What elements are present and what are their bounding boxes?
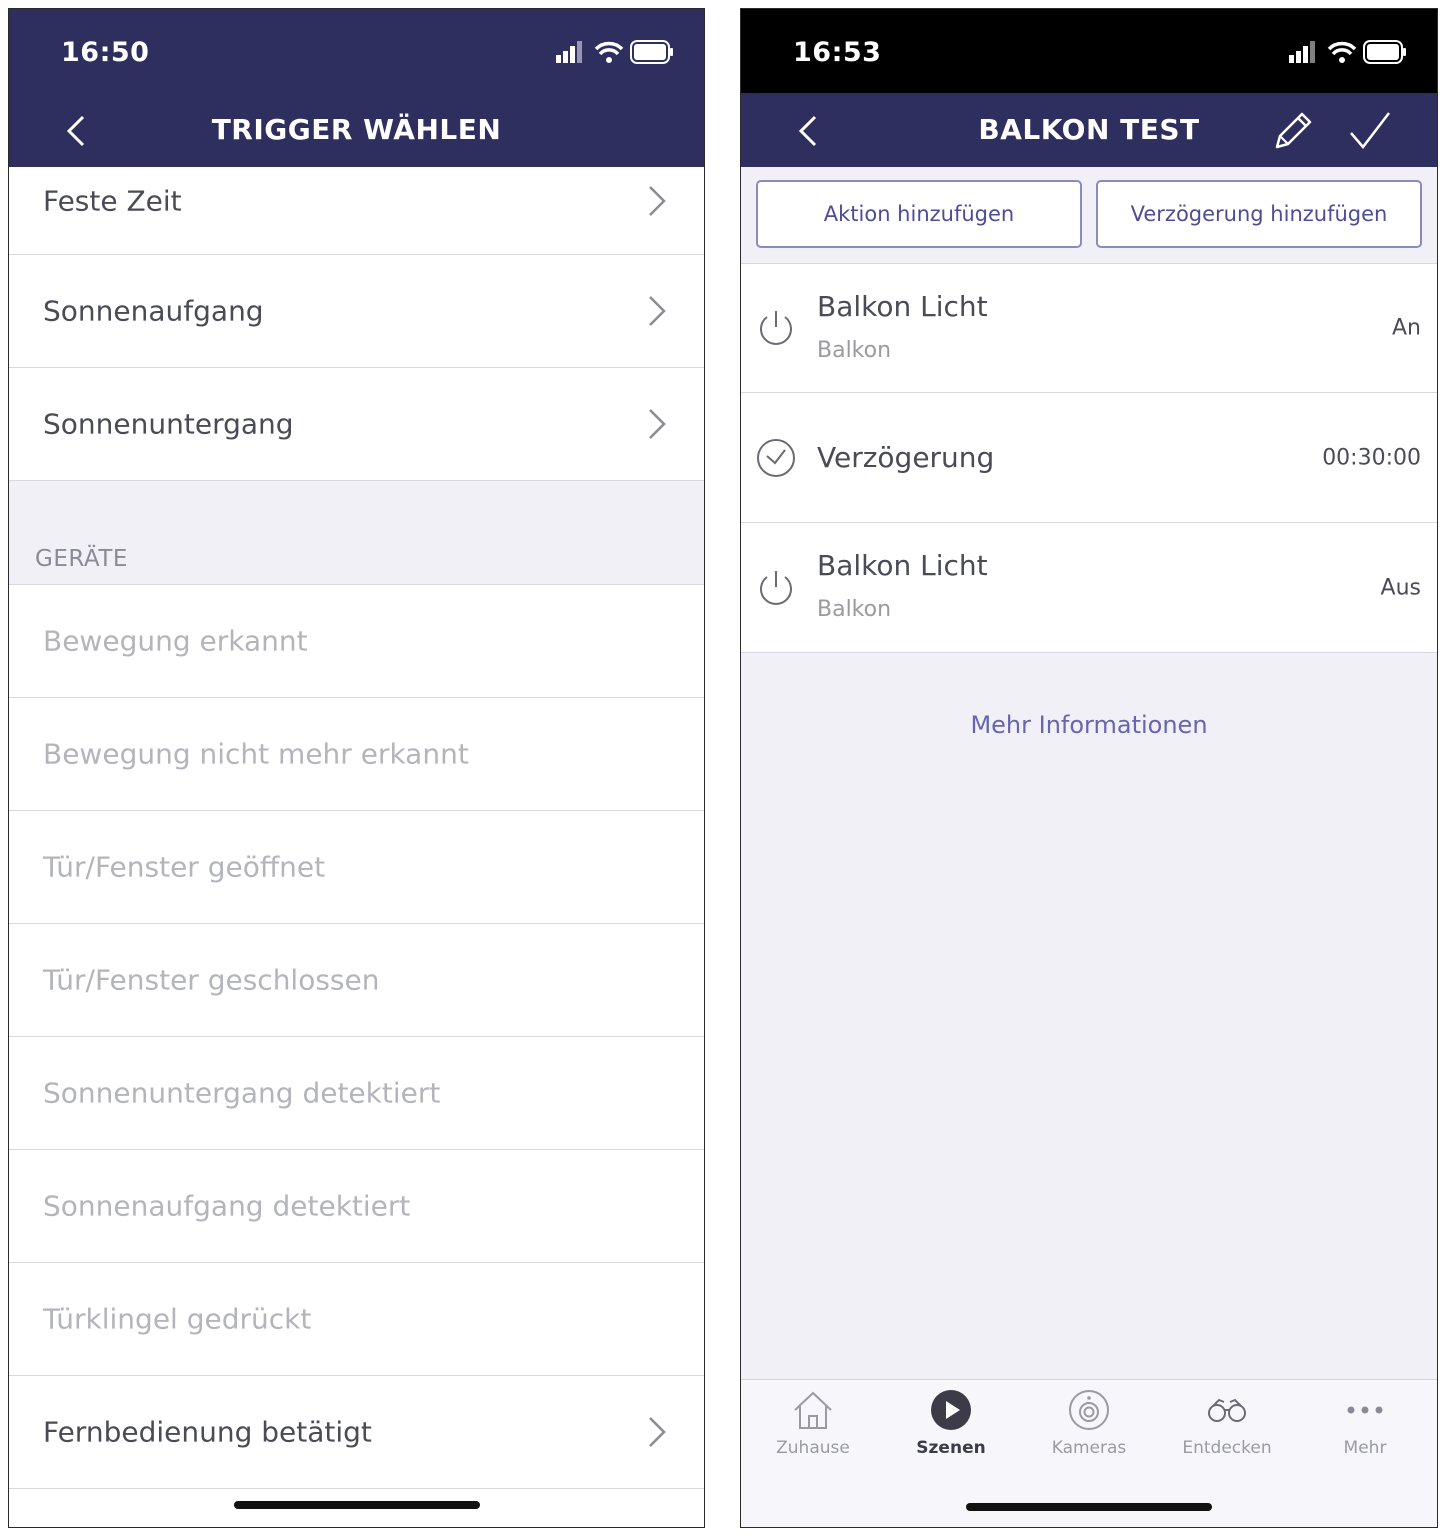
step-value: Aus [1380,575,1421,600]
add-delay-button[interactable]: Verzögerung hinzufügen [1096,180,1422,248]
trigger-item-tuer-geschlossen: Tür/Fenster geschlossen [9,924,704,1037]
section-header-geraete: GERÄTE [9,481,704,585]
checkmark-icon[interactable] [1347,109,1393,153]
navigation-bar: BALKON TEST [741,93,1437,167]
clock-icon [757,438,795,477]
house-icon [794,1391,832,1429]
trigger-item-bewegung-nicht-mehr: Bewegung nicht mehr erkannt [9,698,704,811]
navigation-bar: TRIGGER WÄHLEN [9,93,704,167]
binoculars-icon [1208,1398,1246,1422]
tab-label: Kameras [1051,1438,1127,1458]
trigger-item-sonnenaufgang-detektiert: Sonnenaufgang detektiert [9,1150,704,1263]
scene-step-light-off[interactable]: Balkon Licht Balkon Aus [741,523,1437,653]
list-item-label: Fernbedienung betätigt [43,1415,372,1449]
tab-bar: Zuhause Szenen Kameras Entdecken Mehr [741,1379,1437,1527]
trigger-item-tuerklingel: Türklingel gedrückt [9,1263,704,1376]
scene-screen: 16:53 BALKON TEST Aktion hinzufügen Verz… [740,8,1438,1528]
trigger-item-bewegung-erkannt: Bewegung erkannt [9,585,704,698]
step-name: Balkon Licht [817,290,988,323]
tab-label: Zuhause [776,1438,850,1458]
page-title: BALKON TEST [978,113,1200,146]
chevron-right-icon [649,186,666,216]
list-item-label: Bewegung nicht mehr erkannt [43,737,469,771]
tab-label: Entdecken [1182,1438,1272,1458]
step-room: Balkon [817,338,892,363]
trigger-item-feste-zeit[interactable]: Feste Zeit [9,167,704,255]
tab-zuhause[interactable]: Zuhause [753,1388,873,1458]
tab-mehr[interactable]: Mehr [1305,1388,1425,1458]
step-name: Verzögerung [817,441,995,474]
scene-step-light-on[interactable]: Balkon Licht Balkon An [741,263,1437,393]
status-icons [556,40,673,64]
tab-szenen[interactable]: Szenen [891,1388,1011,1458]
trigger-item-fernbedienung[interactable]: Fernbedienung betätigt [9,1376,704,1489]
list-item-label: Feste Zeit [43,184,182,218]
list-item-label: Tür/Fenster geöffnet [43,850,326,884]
list-item-label: Sonnenuntergang [43,407,294,441]
status-time: 16:50 [61,37,150,68]
list-item-label: Sonnenaufgang detektiert [43,1189,411,1223]
list-item-label: Türklingel gedrückt [43,1302,312,1336]
pencil-icon[interactable] [1271,109,1315,153]
add-buttons-row: Aktion hinzufügen Verzögerung hinzufügen [741,167,1437,263]
trigger-item-sonnenuntergang-detektiert: Sonnenuntergang detektiert [9,1037,704,1150]
step-room: Balkon [817,597,892,622]
trigger-item-sonnenaufgang[interactable]: Sonnenaufgang [9,255,704,368]
play-circle-icon [931,1390,971,1430]
tab-kameras[interactable]: Kameras [1029,1388,1149,1458]
chevron-right-icon [649,409,666,439]
power-icon [760,311,792,345]
tab-entdecken[interactable]: Entdecken [1167,1388,1287,1458]
step-value: 00:30:00 [1322,445,1421,470]
power-icon [760,570,792,605]
add-action-button[interactable]: Aktion hinzufügen [756,180,1082,248]
trigger-item-sonnenuntergang[interactable]: Sonnenuntergang [9,368,704,481]
more-dots-icon [1347,1406,1383,1414]
camera-icon [1069,1390,1109,1430]
status-bar: 16:50 [9,9,704,93]
step-value: An [1392,315,1421,341]
more-info-link[interactable]: Mehr Informationen [741,711,1437,739]
home-indicator [966,1503,1212,1511]
home-indicator [233,1501,480,1509]
status-bar: 16:53 [741,9,1437,93]
list-item-label: Bewegung erkannt [43,624,308,658]
list-item-label: Sonnenuntergang detektiert [43,1076,441,1110]
trigger-list: Feste Zeit Sonnenaufgang Sonnenuntergang… [9,167,704,1489]
tab-label: Mehr [1343,1438,1387,1458]
page-title: TRIGGER WÄHLEN [211,113,502,146]
chevron-right-icon [649,296,666,326]
trigger-item-tuer-geoeffnet: Tür/Fenster geöffnet [9,811,704,924]
scene-step-delay[interactable]: Verzögerung 00:30:00 [741,393,1437,523]
status-time: 16:53 [793,37,882,68]
step-name: Balkon Licht [817,549,988,582]
list-item-label: Tür/Fenster geschlossen [43,963,380,997]
section-title: GERÄTE [35,546,128,572]
status-icons [1289,40,1406,64]
trigger-screen: 16:50 TRIGGER WÄHLEN Feste Zeit Sonnenau… [8,8,705,1528]
list-item-label: Sonnenaufgang [43,294,264,328]
tab-label: Szenen [916,1438,986,1458]
chevron-right-icon [649,1417,666,1447]
